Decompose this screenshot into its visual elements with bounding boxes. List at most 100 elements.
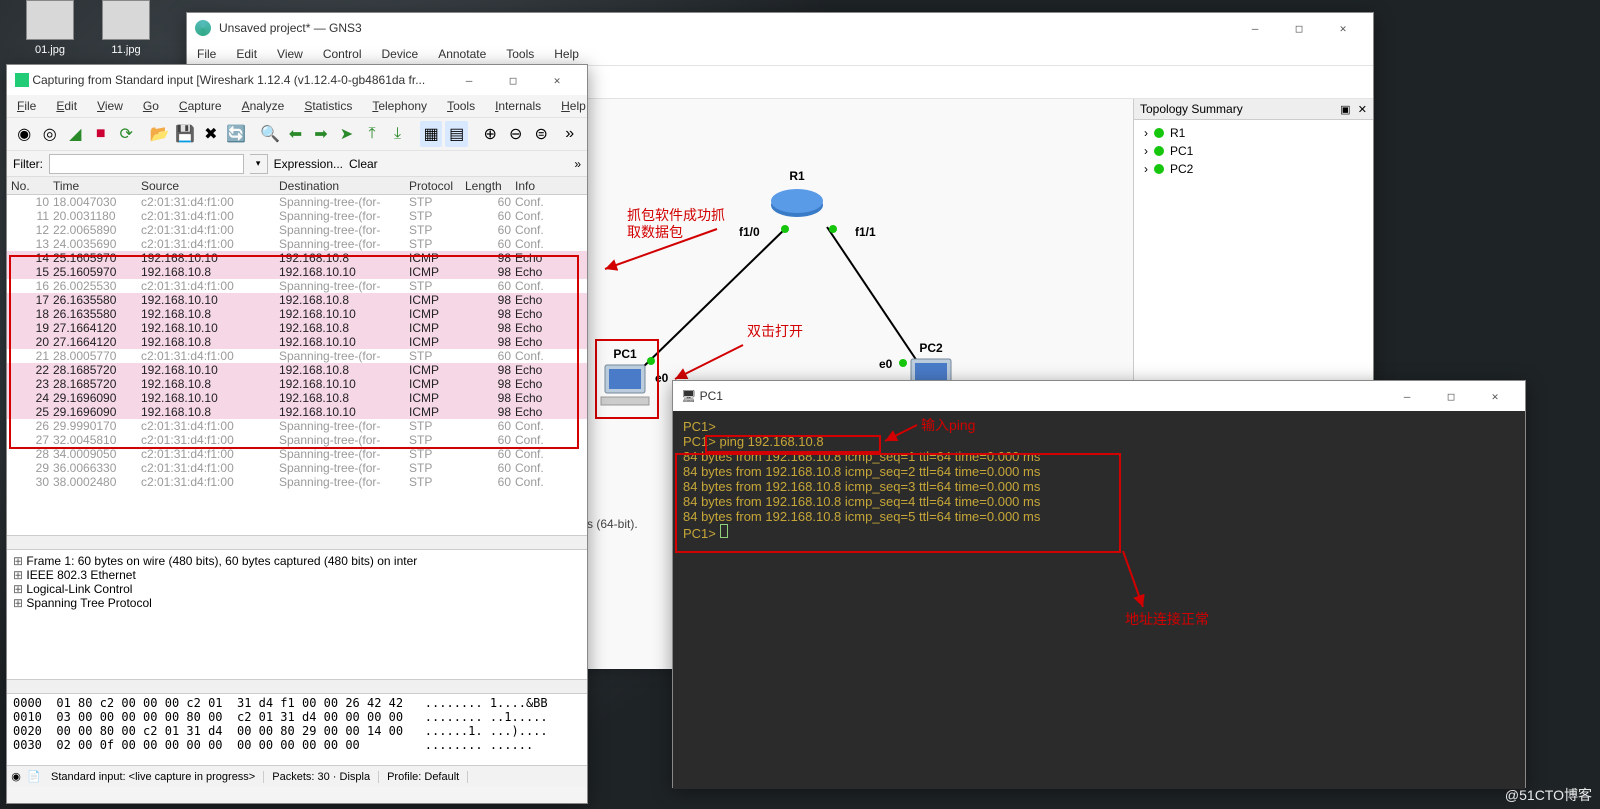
- h-scrollbar[interactable]: [7, 679, 587, 693]
- detail-tree-item[interactable]: Logical-Link Control: [13, 582, 581, 596]
- desktop-file-11[interactable]: 11.jpg: [96, 0, 156, 56]
- menu-analyze[interactable]: Analyze: [238, 97, 289, 115]
- packet-details[interactable]: Frame 1: 60 bytes on wire (480 bits), 60…: [7, 549, 587, 679]
- expression-link[interactable]: Expression...: [274, 157, 343, 171]
- packet-row[interactable]: 2529.1696090192.168.10.8192.168.10.10ICM…: [7, 405, 587, 419]
- restart-capture-icon[interactable]: ⟳: [115, 121, 138, 147]
- desktop-file-01[interactable]: 01.jpg: [20, 0, 80, 56]
- zoom-in-icon[interactable]: ⊕: [479, 121, 502, 147]
- reload-icon[interactable]: 🔄: [225, 121, 248, 147]
- node-pc1[interactable]: PC1: [597, 347, 653, 412]
- packet-row[interactable]: 1726.1635580192.168.10.10192.168.10.8ICM…: [7, 293, 587, 307]
- iface-list-icon[interactable]: ◉: [13, 121, 36, 147]
- go-last-icon[interactable]: ⤓: [386, 121, 409, 147]
- forward-icon[interactable]: ➡: [310, 121, 333, 147]
- packet-row[interactable]: 1927.1664120192.168.10.10192.168.10.8ICM…: [7, 321, 587, 335]
- menu-edit[interactable]: Edit: [232, 45, 261, 63]
- packet-row[interactable]: 2328.1685720192.168.10.8192.168.10.10ICM…: [7, 377, 587, 391]
- packet-row[interactable]: 1018.0047030c2:01:31:d4:f1:00Spanning-tr…: [7, 195, 587, 209]
- detail-tree-item[interactable]: Spanning Tree Protocol: [13, 596, 581, 610]
- zoom-reset-icon[interactable]: ⊜: [530, 121, 553, 147]
- packet-row[interactable]: 2732.0045810c2:01:31:d4:f1:00Spanning-tr…: [7, 433, 587, 447]
- h-scrollbar[interactable]: [7, 535, 587, 549]
- terminal-line: 84 bytes from 192.168.10.8 icmp_seq=2 tt…: [683, 464, 1515, 479]
- packet-row[interactable]: 1324.0035690c2:01:31:d4:f1:00Spanning-tr…: [7, 237, 587, 251]
- packet-row[interactable]: 1222.0065890c2:01:31:d4:f1:00Spanning-tr…: [7, 223, 587, 237]
- annotation-capture-text: 抓包软件成功抓取数据包: [627, 207, 727, 241]
- jump-icon[interactable]: ➤: [335, 121, 358, 147]
- packet-list[interactable]: 1018.0047030c2:01:31:d4:f1:00Spanning-tr…: [7, 195, 587, 535]
- minimize-button[interactable]: —: [1385, 382, 1429, 410]
- menu-go[interactable]: Go: [139, 97, 163, 115]
- clear-link[interactable]: Clear: [349, 157, 378, 171]
- packet-row[interactable]: 2936.0066330c2:01:31:d4:f1:00Spanning-tr…: [7, 461, 587, 475]
- filter-dropdown-icon[interactable]: ▾: [250, 154, 268, 174]
- menu-control[interactable]: Control: [319, 45, 366, 63]
- close-button[interactable]: ✕: [1321, 14, 1365, 42]
- menu-file[interactable]: File: [13, 97, 40, 115]
- overflow-icon[interactable]: »: [574, 157, 581, 171]
- find-icon[interactable]: 🔍: [259, 121, 282, 147]
- detail-tree-item[interactable]: IEEE 802.3 Ethernet: [13, 568, 581, 582]
- topology-item[interactable]: ›PC2: [1144, 160, 1363, 178]
- close-panel-icon[interactable]: ✕: [1358, 103, 1367, 116]
- menu-telephony[interactable]: Telephony: [368, 97, 431, 115]
- autoscroll-icon[interactable]: ▤: [445, 121, 468, 147]
- packet-row[interactable]: 2228.1685720192.168.10.10192.168.10.8ICM…: [7, 363, 587, 377]
- save-icon[interactable]: 💾: [174, 121, 197, 147]
- maximize-button[interactable]: □: [491, 66, 535, 94]
- topology-item[interactable]: ›PC1: [1144, 142, 1363, 160]
- menu-help[interactable]: Help: [557, 97, 590, 115]
- open-icon[interactable]: 📂: [149, 121, 172, 147]
- packet-row[interactable]: 2128.0005770c2:01:31:d4:f1:00Spanning-tr…: [7, 349, 587, 363]
- menu-view[interactable]: View: [273, 45, 307, 63]
- packet-row[interactable]: 1425.1605970192.168.10.10192.168.10.8ICM…: [7, 251, 587, 265]
- packet-row[interactable]: 1626.0025530c2:01:31:d4:f1:00Spanning-tr…: [7, 279, 587, 293]
- go-first-icon[interactable]: ⤒: [361, 121, 384, 147]
- hex-view[interactable]: 0000 01 80 c2 00 00 00 c2 01 31 d4 f1 00…: [7, 693, 587, 765]
- menu-help[interactable]: Help: [550, 45, 583, 63]
- gns3-titlebar[interactable]: Unsaved project* — GNS3 — □ ✕: [187, 13, 1373, 43]
- menu-edit[interactable]: Edit: [52, 97, 81, 115]
- node-r1[interactable]: R1: [767, 169, 827, 226]
- packet-row[interactable]: 2629.9990170c2:01:31:d4:f1:00Spanning-tr…: [7, 419, 587, 433]
- menu-view[interactable]: View: [93, 97, 127, 115]
- menu-capture[interactable]: Capture: [175, 97, 226, 115]
- detail-tree-item[interactable]: Frame 1: 60 bytes on wire (480 bits), 60…: [13, 554, 581, 568]
- packet-row[interactable]: 3038.0002480c2:01:31:d4:f1:00Spanning-tr…: [7, 475, 587, 489]
- stop-capture-icon[interactable]: ■: [90, 121, 113, 147]
- packet-row[interactable]: 2027.1664120192.168.10.8192.168.10.10ICM…: [7, 335, 587, 349]
- close-file-icon[interactable]: ✖: [200, 121, 223, 147]
- menu-tools[interactable]: Tools: [443, 97, 479, 115]
- zoom-out-icon[interactable]: ⊖: [505, 121, 528, 147]
- topology-item[interactable]: ›R1: [1144, 124, 1363, 142]
- undock-icon[interactable]: ▣: [1340, 103, 1350, 116]
- maximize-button[interactable]: □: [1277, 14, 1321, 42]
- filter-input[interactable]: [49, 154, 244, 174]
- close-button[interactable]: ✕: [1473, 382, 1517, 410]
- menu-annotate[interactable]: Annotate: [434, 45, 490, 63]
- packet-row[interactable]: 1120.0031180c2:01:31:d4:f1:00Spanning-tr…: [7, 209, 587, 223]
- menu-statistics[interactable]: Statistics: [300, 97, 356, 115]
- back-icon[interactable]: ⬅: [284, 121, 307, 147]
- chevron-right-icon: ›: [1144, 162, 1148, 176]
- terminal-body[interactable]: PC1>PC1> ping 192.168.10.884 bytes from …: [673, 411, 1525, 789]
- menu-file[interactable]: File: [193, 45, 220, 63]
- port-f11: f1/1: [855, 225, 876, 239]
- minimize-button[interactable]: —: [447, 66, 491, 94]
- colorize-icon[interactable]: ▦: [420, 121, 443, 147]
- packet-row[interactable]: 1826.1635580192.168.10.8192.168.10.10ICM…: [7, 307, 587, 321]
- packet-row[interactable]: 2834.0009050c2:01:31:d4:f1:00Spanning-tr…: [7, 447, 587, 461]
- packet-list-header[interactable]: No. Time Source Destination Protocol Len…: [7, 177, 587, 195]
- close-button[interactable]: ✕: [535, 66, 579, 94]
- overflow-icon[interactable]: »: [559, 121, 582, 147]
- maximize-button[interactable]: □: [1429, 382, 1473, 410]
- packet-row[interactable]: 2429.1696090192.168.10.10192.168.10.8ICM…: [7, 391, 587, 405]
- menu-tools[interactable]: Tools: [502, 45, 538, 63]
- menu-device[interactable]: Device: [378, 45, 423, 63]
- menu-internals[interactable]: Internals: [491, 97, 545, 115]
- minimize-button[interactable]: —: [1233, 14, 1277, 42]
- options-icon[interactable]: ◎: [39, 121, 62, 147]
- packet-row[interactable]: 1525.1605970192.168.10.8192.168.10.10ICM…: [7, 265, 587, 279]
- start-capture-icon[interactable]: ◢: [64, 121, 87, 147]
